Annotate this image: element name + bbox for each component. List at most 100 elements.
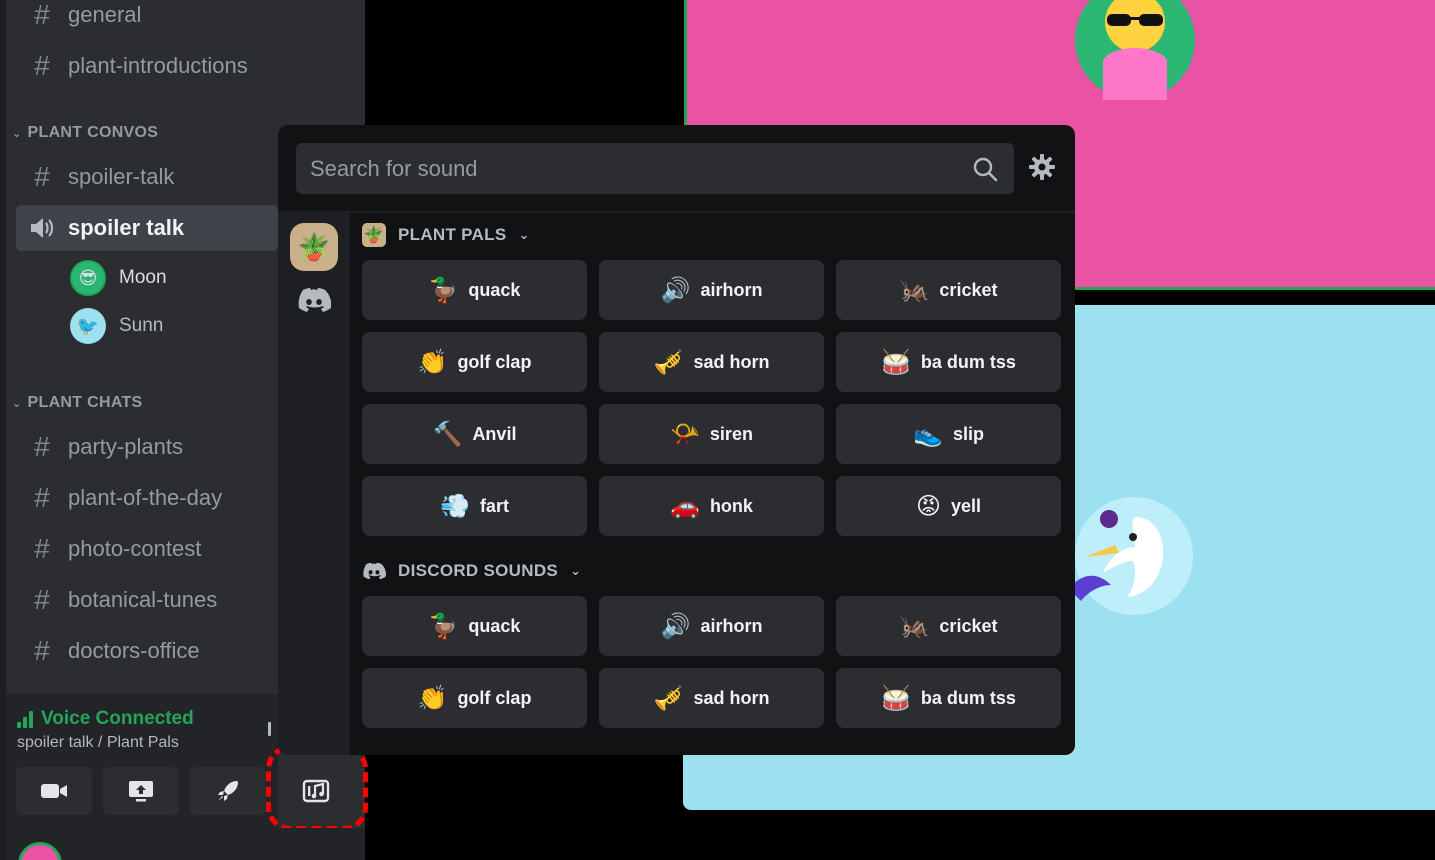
sound-button[interactable]: 🦗 cricket xyxy=(836,596,1061,656)
voice-status[interactable]: Voice Connected xyxy=(17,708,194,730)
sound-button[interactable]: 💨 fart xyxy=(362,476,587,536)
sound-emoji-icon: 🔨 xyxy=(432,420,463,448)
sound-button[interactable]: 🥁 ba dum tss xyxy=(836,668,1061,728)
hash-icon: # xyxy=(34,50,50,81)
voice-location[interactable]: spoiler talk / Plant Pals xyxy=(17,734,179,752)
member-name: Moon xyxy=(119,267,167,288)
chevron-down-icon: ⌄ xyxy=(518,227,530,242)
section-plant-pals[interactable]: 🪴 PLANT PALS ⌄ xyxy=(362,223,530,247)
channel-general[interactable]: # general xyxy=(16,0,278,38)
hash-icon: # xyxy=(34,431,50,462)
sound-button[interactable]: 🔊 airhorn xyxy=(599,596,824,656)
sound-emoji-icon: 👏 xyxy=(417,684,448,712)
voice-channel-spoiler-talk[interactable]: spoiler talk xyxy=(16,205,278,251)
channel-label: plant-introductions xyxy=(68,53,248,78)
highlight-annotation xyxy=(266,745,368,831)
sound-label: fart xyxy=(479,495,509,516)
sound-button[interactable]: 🎺 sad horn xyxy=(599,668,824,728)
camera-button[interactable] xyxy=(16,767,92,815)
speaker-icon xyxy=(16,217,68,239)
category-plant-convos[interactable]: ⌄ PLANT CONVOS xyxy=(12,122,158,144)
sound-emoji-icon: 😡 xyxy=(915,492,941,520)
discord-icon[interactable] xyxy=(296,285,332,315)
voice-member-sunn[interactable]: 🐦 Sunn xyxy=(70,306,163,346)
chevron-down-icon: ⌄ xyxy=(12,397,22,410)
hash-icon: # xyxy=(34,635,50,666)
channel-plant-of-the-day[interactable]: # plant-of-the-day xyxy=(16,475,278,521)
activity-button[interactable] xyxy=(190,767,266,815)
channel-botanical-tunes[interactable]: # botanical-tunes xyxy=(16,577,278,623)
sound-button[interactable]: 🔊 airhorn xyxy=(599,260,824,320)
chevron-down-icon: ⌄ xyxy=(12,127,22,140)
sound-label: quack xyxy=(468,279,521,300)
sound-button[interactable]: 🥁 ba dum tss xyxy=(836,332,1061,392)
sound-label: airhorn xyxy=(700,279,763,300)
sound-emoji-icon: 👟 xyxy=(913,420,943,448)
channel-photo-contest[interactable]: # photo-contest xyxy=(16,526,278,572)
sunglasses-avatar-icon xyxy=(1075,0,1195,100)
channel-doctors-office[interactable]: # doctors-office xyxy=(16,628,278,674)
bird-avatar-icon: 🐦 xyxy=(70,308,106,344)
discord-window: # general # plant-introductions ⌄ PLANT … xyxy=(0,0,1435,860)
voice-member-moon[interactable]: 😎 Moon xyxy=(70,258,167,298)
sound-label: airhorn xyxy=(700,615,763,636)
sound-emoji-icon: 🦗 xyxy=(899,612,930,640)
sound-emoji-icon: 🎺 xyxy=(653,348,684,376)
bird-avatar-icon xyxy=(1075,497,1193,615)
search-icon[interactable] xyxy=(970,156,1000,182)
sound-button[interactable]: 🎺 sad horn xyxy=(599,332,824,392)
channel-party-plants[interactable]: # party-plants xyxy=(16,424,278,470)
noise-suppression-icon[interactable] xyxy=(268,722,271,736)
channel-label: spoiler talk xyxy=(68,215,185,240)
sound-button[interactable]: 🔨 Anvil xyxy=(362,404,587,464)
section-title: PLANT PALS xyxy=(398,225,507,244)
sound-label: siren xyxy=(709,423,753,444)
hash-icon: # xyxy=(34,533,50,564)
member-name: Sunn xyxy=(119,315,164,336)
sound-emoji-icon: 🔊 xyxy=(660,612,691,640)
channel-spoiler-talk[interactable]: # spoiler-talk xyxy=(16,154,278,200)
signal-strength-icon xyxy=(17,710,33,728)
sound-label: yell xyxy=(951,495,982,516)
sound-button[interactable]: 👟 slip xyxy=(836,404,1061,464)
gear-icon[interactable] xyxy=(1026,151,1058,183)
hash-icon: # xyxy=(34,161,50,192)
category-plant-chats[interactable]: ⌄ PLANT CHATS xyxy=(12,392,143,414)
sound-emoji-icon: 🥁 xyxy=(881,348,911,376)
sound-button[interactable]: 🦗 cricket xyxy=(836,260,1061,320)
channel-label: general xyxy=(68,2,142,27)
sound-button[interactable]: 👏 golf clap xyxy=(362,668,587,728)
sound-label: cricket xyxy=(939,279,998,300)
sound-emoji-icon: 🦆 xyxy=(428,612,459,640)
sound-button[interactable]: 🚗 honk xyxy=(599,476,824,536)
channel-label: photo-contest xyxy=(68,536,202,561)
sound-search-input[interactable] xyxy=(310,155,970,182)
screen-share-button[interactable] xyxy=(103,767,179,815)
channel-label: party-plants xyxy=(68,434,183,459)
sound-button[interactable]: 📯 siren xyxy=(599,404,824,464)
screen-share-icon xyxy=(129,781,153,802)
section-discord-sounds[interactable]: DISCORD SOUNDS ⌄ xyxy=(362,559,581,583)
sound-emoji-icon: 🔊 xyxy=(660,276,691,304)
sound-emoji-icon: 💨 xyxy=(440,492,470,520)
sound-category-rail: 🪴 xyxy=(278,213,350,755)
plant-pot-icon[interactable]: 🪴 xyxy=(290,223,338,271)
sound-emoji-icon: 🦆 xyxy=(428,276,459,304)
sound-button[interactable]: 👏 golf clap xyxy=(362,332,587,392)
sound-emoji-icon: 🦗 xyxy=(899,276,930,304)
sound-label: honk xyxy=(709,495,753,516)
category-label: PLANT CHATS xyxy=(27,394,143,411)
sound-emoji-icon: 🚗 xyxy=(670,492,700,520)
sound-button[interactable]: 😡 yell xyxy=(836,476,1061,536)
sound-button[interactable]: 🦆 quack xyxy=(362,596,587,656)
sound-emoji-icon: 🎺 xyxy=(653,684,684,712)
sound-label: ba dum tss xyxy=(920,687,1016,708)
soundboard-popover: 🪴 🪴 PLANT PALS ⌄ DISCORD SOUNDS ⌄ 🦆 quack… xyxy=(278,125,1075,755)
avatar[interactable] xyxy=(18,842,62,860)
sound-search-bar[interactable] xyxy=(296,143,1014,194)
sound-label: sad horn xyxy=(693,351,770,372)
sound-button[interactable]: 🦆 quack xyxy=(362,260,587,320)
channel-plant-introductions[interactable]: # plant-introductions xyxy=(16,43,278,89)
discord-icon xyxy=(362,559,386,583)
rocket-icon xyxy=(218,781,238,801)
